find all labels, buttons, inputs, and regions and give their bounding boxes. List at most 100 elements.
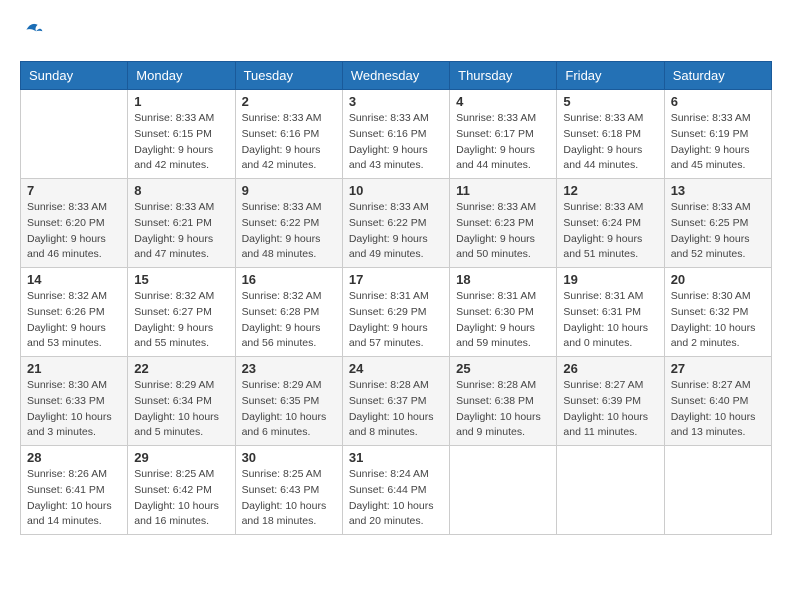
day-info: Sunrise: 8:33 AMSunset: 6:16 PMDaylight:…	[242, 111, 336, 174]
calendar-cell: 5 Sunrise: 8:33 AMSunset: 6:18 PMDaylight…	[557, 90, 664, 179]
day-number: 5	[563, 94, 657, 109]
day-info: Sunrise: 8:33 AMSunset: 6:17 PMDaylight:…	[456, 111, 550, 174]
calendar-cell: 12Sunrise: 8:33 AMSunset: 6:24 PMDayligh…	[557, 179, 664, 268]
day-info: Sunrise: 8:25 AMSunset: 6:42 PMDaylight:…	[134, 467, 228, 530]
calendar-cell: 3 Sunrise: 8:33 AMSunset: 6:16 PMDaylight…	[342, 90, 449, 179]
day-info: Sunrise: 8:33 AMSunset: 6:19 PMDaylight:…	[671, 111, 765, 174]
day-info: Sunrise: 8:33 AMSunset: 6:16 PMDaylight:…	[349, 111, 443, 174]
day-info: Sunrise: 8:31 AMSunset: 6:31 PMDaylight:…	[563, 289, 657, 352]
day-info: Sunrise: 8:33 AMSunset: 6:21 PMDaylight:…	[134, 200, 228, 263]
calendar-cell: 27 Sunrise: 8:27 AMSunset: 6:40 PMDayligh…	[664, 357, 771, 446]
day-number: 20	[671, 272, 765, 287]
day-number: 27	[671, 361, 765, 376]
weekday-header-thursday: Thursday	[450, 62, 557, 90]
calendar-cell: 1 Sunrise: 8:33 AMSunset: 6:15 PMDaylight…	[128, 90, 235, 179]
weekday-header-sunday: Sunday	[21, 62, 128, 90]
day-info: Sunrise: 8:29 AMSunset: 6:34 PMDaylight:…	[134, 378, 228, 441]
day-info: Sunrise: 8:32 AMSunset: 6:28 PMDaylight:…	[242, 289, 336, 352]
calendar-cell: 13 Sunrise: 8:33 AMSunset: 6:25 PMDayligh…	[664, 179, 771, 268]
calendar-cell: 20 Sunrise: 8:30 AMSunset: 6:32 PMDayligh…	[664, 268, 771, 357]
calendar-table: SundayMondayTuesdayWednesdayThursdayFrid…	[20, 61, 772, 535]
calendar-cell: 10 Sunrise: 8:33 AMSunset: 6:22 PMDayligh…	[342, 179, 449, 268]
calendar-cell: 17 Sunrise: 8:31 AMSunset: 6:29 PMDayligh…	[342, 268, 449, 357]
calendar-cell: 6 Sunrise: 8:33 AMSunset: 6:19 PMDaylight…	[664, 90, 771, 179]
calendar-cell: 15 Sunrise: 8:32 AMSunset: 6:27 PMDayligh…	[128, 268, 235, 357]
day-info: Sunrise: 8:33 AMSunset: 6:22 PMDaylight:…	[242, 200, 336, 263]
day-number: 16	[242, 272, 336, 287]
day-number: 4	[456, 94, 550, 109]
calendar-cell: 19 Sunrise: 8:31 AMSunset: 6:31 PMDayligh…	[557, 268, 664, 357]
calendar-cell: 7Sunrise: 8:33 AMSunset: 6:20 PMDaylight…	[21, 179, 128, 268]
day-info: Sunrise: 8:33 AMSunset: 6:15 PMDaylight:…	[134, 111, 228, 174]
day-number: 15	[134, 272, 228, 287]
day-info: Sunrise: 8:31 AMSunset: 6:29 PMDaylight:…	[349, 289, 443, 352]
calendar-cell	[557, 446, 664, 535]
day-number: 21	[27, 361, 121, 376]
day-number: 17	[349, 272, 443, 287]
weekday-header-row: SundayMondayTuesdayWednesdayThursdayFrid…	[21, 62, 772, 90]
calendar-cell: 16 Sunrise: 8:32 AMSunset: 6:28 PMDayligh…	[235, 268, 342, 357]
day-number: 24	[349, 361, 443, 376]
logo-image	[20, 20, 44, 45]
day-info: Sunrise: 8:33 AMSunset: 6:22 PMDaylight:…	[349, 200, 443, 263]
day-info: Sunrise: 8:33 AMSunset: 6:25 PMDaylight:…	[671, 200, 765, 263]
day-info: Sunrise: 8:27 AMSunset: 6:40 PMDaylight:…	[671, 378, 765, 441]
weekday-header-saturday: Saturday	[664, 62, 771, 90]
weekday-header-monday: Monday	[128, 62, 235, 90]
day-number: 11	[456, 183, 550, 198]
week-row-5: 28 Sunrise: 8:26 AMSunset: 6:41 PMDayligh…	[21, 446, 772, 535]
calendar-cell: 31 Sunrise: 8:24 AMSunset: 6:44 PMDayligh…	[342, 446, 449, 535]
day-number: 19	[563, 272, 657, 287]
day-info: Sunrise: 8:29 AMSunset: 6:35 PMDaylight:…	[242, 378, 336, 441]
calendar-cell: 9 Sunrise: 8:33 AMSunset: 6:22 PMDaylight…	[235, 179, 342, 268]
calendar-cell: 26 Sunrise: 8:27 AMSunset: 6:39 PMDayligh…	[557, 357, 664, 446]
calendar-cell: 25Sunrise: 8:28 AMSunset: 6:38 PMDayligh…	[450, 357, 557, 446]
day-number: 26	[563, 361, 657, 376]
page-header	[20, 20, 772, 45]
week-row-3: 14 Sunrise: 8:32 AMSunset: 6:26 PMDayligh…	[21, 268, 772, 357]
day-number: 31	[349, 450, 443, 465]
day-number: 29	[134, 450, 228, 465]
day-number: 10	[349, 183, 443, 198]
day-number: 30	[242, 450, 336, 465]
day-number: 22	[134, 361, 228, 376]
day-info: Sunrise: 8:33 AMSunset: 6:20 PMDaylight:…	[27, 200, 121, 263]
day-info: Sunrise: 8:33 AMSunset: 6:18 PMDaylight:…	[563, 111, 657, 174]
day-info: Sunrise: 8:27 AMSunset: 6:39 PMDaylight:…	[563, 378, 657, 441]
day-number: 8	[134, 183, 228, 198]
day-info: Sunrise: 8:31 AMSunset: 6:30 PMDaylight:…	[456, 289, 550, 352]
calendar-cell: 30 Sunrise: 8:25 AMSunset: 6:43 PMDayligh…	[235, 446, 342, 535]
calendar-cell: 22 Sunrise: 8:29 AMSunset: 6:34 PMDayligh…	[128, 357, 235, 446]
calendar-cell: 14 Sunrise: 8:32 AMSunset: 6:26 PMDayligh…	[21, 268, 128, 357]
day-number: 1	[134, 94, 228, 109]
calendar-cell: 23 Sunrise: 8:29 AMSunset: 6:35 PMDayligh…	[235, 357, 342, 446]
calendar-cell: 4 Sunrise: 8:33 AMSunset: 6:17 PMDaylight…	[450, 90, 557, 179]
week-row-4: 21Sunrise: 8:30 AMSunset: 6:33 PMDayligh…	[21, 357, 772, 446]
day-number: 28	[27, 450, 121, 465]
day-number: 25	[456, 361, 550, 376]
calendar-cell: 24Sunrise: 8:28 AMSunset: 6:37 PMDayligh…	[342, 357, 449, 446]
day-info: Sunrise: 8:25 AMSunset: 6:43 PMDaylight:…	[242, 467, 336, 530]
day-number: 13	[671, 183, 765, 198]
weekday-header-tuesday: Tuesday	[235, 62, 342, 90]
day-number: 14	[27, 272, 121, 287]
day-number: 2	[242, 94, 336, 109]
day-number: 9	[242, 183, 336, 198]
calendar-cell: 8 Sunrise: 8:33 AMSunset: 6:21 PMDaylight…	[128, 179, 235, 268]
logo	[20, 20, 48, 45]
calendar-cell	[21, 90, 128, 179]
calendar-cell: 29 Sunrise: 8:25 AMSunset: 6:42 PMDayligh…	[128, 446, 235, 535]
day-info: Sunrise: 8:24 AMSunset: 6:44 PMDaylight:…	[349, 467, 443, 530]
weekday-header-friday: Friday	[557, 62, 664, 90]
day-info: Sunrise: 8:26 AMSunset: 6:41 PMDaylight:…	[27, 467, 121, 530]
day-info: Sunrise: 8:32 AMSunset: 6:26 PMDaylight:…	[27, 289, 121, 352]
day-number: 18	[456, 272, 550, 287]
day-info: Sunrise: 8:32 AMSunset: 6:27 PMDaylight:…	[134, 289, 228, 352]
day-number: 3	[349, 94, 443, 109]
day-info: Sunrise: 8:30 AMSunset: 6:32 PMDaylight:…	[671, 289, 765, 352]
day-number: 23	[242, 361, 336, 376]
calendar-cell	[664, 446, 771, 535]
day-info: Sunrise: 8:33 AMSunset: 6:23 PMDaylight:…	[456, 200, 550, 263]
day-number: 6	[671, 94, 765, 109]
calendar-cell: 21Sunrise: 8:30 AMSunset: 6:33 PMDayligh…	[21, 357, 128, 446]
